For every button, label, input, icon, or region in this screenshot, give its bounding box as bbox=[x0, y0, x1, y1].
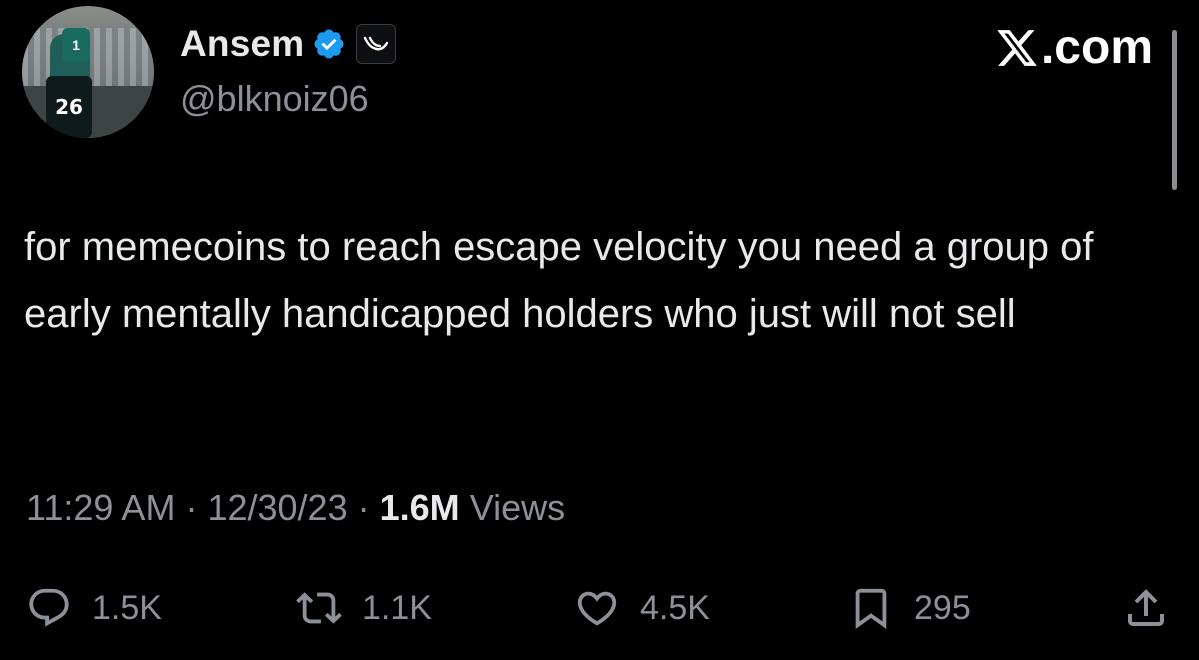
like-count: 4.5K bbox=[640, 588, 710, 627]
avatar[interactable]: 1 26 bbox=[22, 6, 154, 138]
affiliation-badge[interactable] bbox=[356, 24, 397, 64]
author-name-row: Ansem bbox=[180, 22, 397, 66]
views-label: Views bbox=[469, 487, 566, 528]
x-logo-icon bbox=[997, 29, 1037, 66]
tweet-card: 1 26 Ansem @blknoiz06 .com for memecoins… bbox=[0, 0, 1199, 660]
tweet-meta: 11:29 AM · 12/30/23 · 1.6M Views bbox=[26, 487, 565, 529]
tweet-date[interactable]: 12/30/23 bbox=[207, 487, 347, 528]
reply-button[interactable]: 1.5K bbox=[26, 578, 162, 638]
bookmark-icon bbox=[855, 588, 887, 629]
tweet-time[interactable]: 11:29 AM bbox=[26, 487, 175, 528]
scrollbar[interactable] bbox=[1172, 30, 1177, 190]
like-button[interactable]: 4.5K bbox=[574, 578, 710, 638]
share-icon[interactable] bbox=[1122, 584, 1170, 632]
bookmark-button[interactable]: 295 bbox=[848, 578, 971, 638]
brand-text: .com bbox=[1040, 21, 1153, 74]
verified-badge-icon bbox=[314, 29, 344, 59]
bookmark-count: 295 bbox=[914, 588, 971, 627]
avatar-jersey-top-number: 1 bbox=[62, 28, 90, 62]
views-count: 1.6M bbox=[379, 487, 460, 528]
author-handle[interactable]: @blknoiz06 bbox=[180, 78, 369, 120]
reply-icon bbox=[29, 588, 69, 627]
reply-count: 1.5K bbox=[92, 588, 162, 627]
brand-logo: .com bbox=[995, 20, 1153, 75]
repost-button[interactable]: 1.1K bbox=[296, 578, 432, 638]
action-bar: 1.5K 1.1K 4.5K 295 bbox=[0, 578, 1199, 638]
author-display-name[interactable]: Ansem bbox=[180, 23, 304, 65]
tweet-text: for memecoins to reach escape velocity y… bbox=[24, 225, 1094, 336]
meta-separator: · bbox=[185, 487, 198, 528]
heart-icon bbox=[577, 591, 617, 626]
affiliation-logo-icon bbox=[364, 36, 389, 51]
repost-icon bbox=[296, 592, 342, 624]
repost-count: 1.1K bbox=[362, 588, 432, 627]
meta-separator: · bbox=[357, 487, 370, 528]
avatar-jersey-number: 26 bbox=[46, 76, 92, 138]
